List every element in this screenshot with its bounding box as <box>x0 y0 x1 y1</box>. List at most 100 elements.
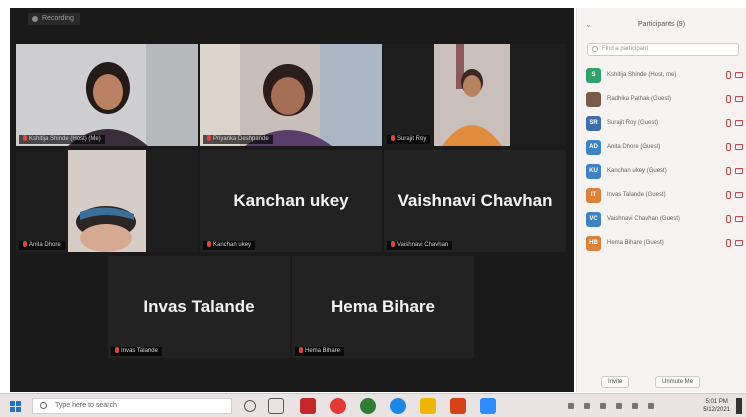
taskbar: Type here to search 5:01 PM 5/12/2021 <box>0 393 746 417</box>
tile-name-label: Kshitija Shinde (Host) (Me) <box>19 135 105 144</box>
participant-row[interactable]: KU Kanchan ukey (Guest) <box>577 160 746 184</box>
participant-video-icon <box>384 44 566 146</box>
camera-icon[interactable] <box>735 240 743 246</box>
tray-icon[interactable] <box>568 403 574 409</box>
mic-icon[interactable] <box>726 119 731 127</box>
participant-row[interactable]: VC Vaishnavi Chavhan (Guest) <box>577 208 746 232</box>
video-tile-2[interactable]: Priyanka Deshpande <box>200 44 382 146</box>
video-tile-8[interactable]: Hema Bihare Hema Bihare <box>292 256 474 358</box>
meeting-window: Recording Kshitija Shinde (Host) (Me) Pr… <box>10 8 574 392</box>
mic-icon[interactable] <box>726 71 731 79</box>
mic-icon[interactable] <box>726 215 731 223</box>
participant-row[interactable]: HB Hema Bihare (Guest) <box>577 232 746 256</box>
tile-name-label: Hema Bihare <box>295 347 345 356</box>
video-tile-6[interactable]: Vaishnavi Chavhan Vaishnavi Chavhan <box>384 150 566 252</box>
participant-name: Hema Bihare (Guest) <box>607 240 664 246</box>
video-tile-4[interactable]: Anita Dhore <box>16 150 198 252</box>
battery-icon[interactable] <box>648 403 654 409</box>
participant-name-display: Kanchan ukey <box>233 191 349 210</box>
participant-video-icon <box>16 44 198 146</box>
mic-muted-icon <box>23 135 27 142</box>
clock-date: 5/12/2021 <box>703 407 730 413</box>
participant-name: Vaishnavi Chavhan (Guest) <box>607 216 680 222</box>
mic-icon[interactable] <box>726 167 731 175</box>
recording-indicator[interactable]: Recording <box>28 13 80 25</box>
mic-muted-icon <box>391 241 395 248</box>
record-dot-icon <box>32 16 38 22</box>
windows-start-icon[interactable] <box>10 401 21 412</box>
chrome-icon[interactable] <box>360 398 376 414</box>
participant-row[interactable]: AD Anita Dhore (Guest) <box>577 136 746 160</box>
tile-name-label: Anita Dhore <box>19 241 65 250</box>
search-icon <box>592 46 598 52</box>
camera-icon[interactable] <box>735 192 743 198</box>
participants-title: Participants (9) <box>637 21 686 28</box>
meeting-top-bar: Recording <box>10 8 574 30</box>
notification-icon[interactable] <box>736 398 742 414</box>
volume-icon[interactable] <box>632 403 638 409</box>
camera-icon[interactable] <box>735 72 743 78</box>
participant-row[interactable]: IT Invas Talande (Guest) <box>577 184 746 208</box>
search-icon <box>40 402 47 409</box>
participant-name: Kanchan ukey (Guest) <box>607 168 667 174</box>
camera-icon[interactable] <box>735 96 743 102</box>
video-tile-3[interactable]: Surajit Roy <box>384 44 566 146</box>
participant-row[interactable]: Radhika Pathak (Guest) <box>577 88 746 112</box>
tray-icon[interactable] <box>584 403 590 409</box>
participants-panel: ⌄ Participants (9) Find a participant S … <box>576 8 746 392</box>
avatar: SR <box>586 116 601 131</box>
participant-name: Radhika Pathak (Guest) <box>607 96 672 102</box>
video-tile-5[interactable]: Kanchan ukey Kanchan ukey <box>200 150 382 252</box>
avatar: IT <box>586 188 601 203</box>
video-tile-1[interactable]: Kshitija Shinde (Host) (Me) <box>16 44 198 146</box>
participant-row[interactable]: SR Surajit Roy (Guest) <box>577 112 746 136</box>
avatar: AD <box>586 140 601 155</box>
avatar: HB <box>586 236 601 251</box>
participant-name: Anita Dhore (Guest) <box>607 144 661 150</box>
mic-muted-icon <box>207 241 211 248</box>
participant-name-display: Hema Bihare <box>331 297 435 316</box>
camera-icon[interactable] <box>735 216 743 222</box>
camera-icon[interactable] <box>735 120 743 126</box>
invite-button[interactable]: Invite <box>601 376 630 388</box>
task-view-icon[interactable] <box>244 400 256 412</box>
participant-name: Invas Talande (Guest) <box>607 192 666 198</box>
participant-search-input[interactable]: Find a participant <box>587 43 739 56</box>
tray-icon[interactable] <box>600 403 606 409</box>
mic-muted-icon <box>23 241 27 248</box>
edge-icon[interactable] <box>390 398 406 414</box>
mic-muted-icon <box>391 135 395 142</box>
mic-muted-icon <box>299 347 303 354</box>
mic-icon[interactable] <box>726 95 731 103</box>
mic-muted-icon <box>207 135 211 142</box>
app-icon[interactable] <box>300 398 316 414</box>
tile-name-label: Vaishnavi Chavhan <box>387 241 453 250</box>
opera-icon[interactable] <box>330 398 346 414</box>
taskbar-search-input[interactable]: Type here to search <box>32 398 232 414</box>
unmute-me-button[interactable]: Unmute Me <box>655 376 701 388</box>
participant-name-display: Invas Talande <box>143 297 255 316</box>
avatar: KU <box>586 164 601 179</box>
mic-icon[interactable] <box>726 239 731 247</box>
avatar: VC <box>586 212 601 227</box>
mic-icon[interactable] <box>726 191 731 199</box>
avatar: S <box>586 68 601 83</box>
task-view-icon[interactable] <box>268 398 284 414</box>
folder-icon[interactable] <box>420 398 436 414</box>
mic-icon[interactable] <box>726 143 731 151</box>
video-tile-7[interactable]: Invas Talande Invas Talande <box>108 256 290 358</box>
avatar <box>586 92 601 107</box>
participant-row[interactable]: S Kshitija Shinde (Host, me) <box>577 64 746 88</box>
camera-icon[interactable] <box>735 168 743 174</box>
participant-name-display: Vaishnavi Chavhan <box>397 191 553 210</box>
recording-label: Recording <box>42 15 74 22</box>
app-icon[interactable] <box>450 398 466 414</box>
clock-time: 5:01 PM <box>705 399 728 405</box>
wifi-icon[interactable] <box>616 403 622 409</box>
system-clock[interactable]: 5:01 PM 5/12/2021 <box>703 398 730 414</box>
camera-icon[interactable] <box>735 144 743 150</box>
tile-name-label: Priyanka Deshpande <box>203 135 273 144</box>
zoom-icon[interactable] <box>480 398 496 414</box>
participant-name: Kshitija Shinde (Host, me) <box>607 72 677 78</box>
participant-name: Surajit Roy (Guest) <box>607 120 659 126</box>
